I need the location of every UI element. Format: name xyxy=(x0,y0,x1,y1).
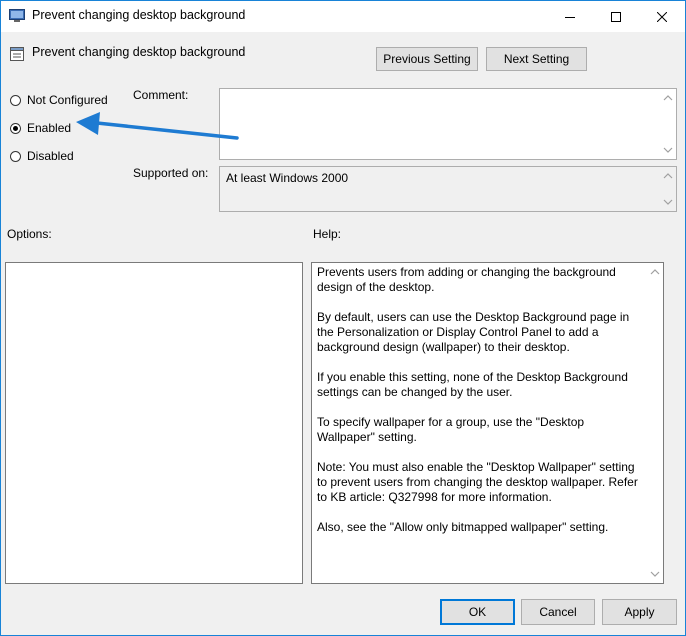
radio-not-configured[interactable]: Not Configured xyxy=(10,93,108,107)
supported-on-field: At least Windows 2000 xyxy=(219,166,677,212)
setting-icon xyxy=(10,47,24,61)
next-setting-button[interactable]: Next Setting xyxy=(486,47,587,71)
apply-button[interactable]: Apply xyxy=(602,599,677,625)
help-paragraph: To specify wallpaper for a group, use th… xyxy=(317,415,585,444)
window-title: Prevent changing desktop background xyxy=(32,8,246,22)
help-paragraph: If you enable this setting, none of the … xyxy=(317,370,628,399)
comment-scrollbar[interactable] xyxy=(660,89,676,159)
radio-circle[interactable] xyxy=(10,150,21,162)
options-label: Options: xyxy=(7,227,52,241)
scroll-down-icon[interactable] xyxy=(663,198,673,206)
policy-editor-icon xyxy=(9,9,25,22)
help-panel: Prevents users from adding or changing t… xyxy=(311,262,664,584)
maximize-button[interactable] xyxy=(593,1,639,32)
previous-setting-button[interactable]: Previous Setting xyxy=(376,47,478,71)
help-paragraph: By default, users can use the Desktop Ba… xyxy=(317,310,630,354)
radio-label: Not Configured xyxy=(27,93,108,107)
comment-input[interactable] xyxy=(219,88,677,160)
scroll-up-icon[interactable] xyxy=(650,268,660,276)
cancel-button[interactable]: Cancel xyxy=(521,599,595,625)
minimize-icon xyxy=(565,16,575,18)
scroll-down-icon[interactable] xyxy=(663,146,673,154)
close-button[interactable] xyxy=(639,1,685,32)
options-panel xyxy=(5,262,303,584)
radio-disabled[interactable]: Disabled xyxy=(10,149,74,163)
close-icon xyxy=(657,11,667,22)
supported-on-label: Supported on: xyxy=(133,166,209,180)
policy-dialog-window: Prevent changing desktop background Prev… xyxy=(0,0,686,636)
comment-label: Comment: xyxy=(133,88,189,102)
setting-name: Prevent changing desktop background xyxy=(32,45,246,59)
help-paragraph: Also, see the "Allow only bitmapped wall… xyxy=(317,520,609,534)
scroll-up-icon[interactable] xyxy=(663,172,673,180)
maximize-icon xyxy=(611,11,621,22)
radio-circle[interactable] xyxy=(10,94,21,106)
minimize-button[interactable] xyxy=(547,1,593,32)
help-paragraph: Note: You must also enable the "Desktop … xyxy=(317,460,638,504)
scroll-down-icon[interactable] xyxy=(650,570,660,578)
supported-scrollbar[interactable] xyxy=(660,167,676,211)
help-scrollbar[interactable] xyxy=(646,263,663,583)
radio-circle[interactable] xyxy=(10,122,21,134)
scroll-up-icon[interactable] xyxy=(663,94,673,102)
help-text: Prevents users from adding or changing t… xyxy=(317,265,642,550)
title-bar[interactable]: Prevent changing desktop background xyxy=(1,1,685,32)
radio-label: Enabled xyxy=(27,121,72,135)
ok-button[interactable]: OK xyxy=(440,599,515,625)
radio-enabled[interactable]: Enabled xyxy=(10,121,71,135)
radio-label: Disabled xyxy=(27,149,74,163)
supported-on-value: At least Windows 2000 xyxy=(226,171,349,185)
help-label: Help: xyxy=(313,227,342,241)
help-paragraph: Prevents users from adding or changing t… xyxy=(317,265,616,294)
